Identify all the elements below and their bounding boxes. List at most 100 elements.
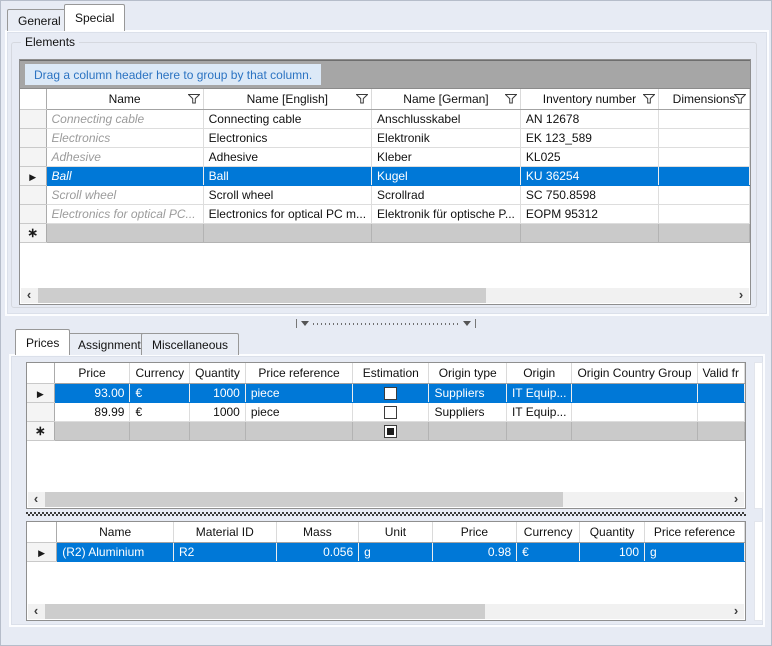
filter-icon[interactable] xyxy=(356,94,368,104)
cell-dimensions[interactable] xyxy=(659,109,750,128)
cell-name-english[interactable]: Connecting cable xyxy=(203,109,371,128)
cell-quantity[interactable]: 1000 xyxy=(190,402,246,421)
cell-inventory-number[interactable]: KU 36254 xyxy=(520,166,658,185)
cell-material-id[interactable]: R2 xyxy=(173,542,276,561)
cell-mass[interactable]: 0.056 xyxy=(276,542,359,561)
scroll-left-icon[interactable]: ‹ xyxy=(28,604,44,619)
scroll-left-icon[interactable]: ‹ xyxy=(21,288,37,303)
cell-name[interactable]: Scroll wheel xyxy=(46,185,203,204)
cell-inventory-number[interactable]: EK 123_589 xyxy=(520,128,658,147)
column-header-valid-from[interactable]: Valid fr xyxy=(697,363,745,383)
filter-icon[interactable] xyxy=(505,94,517,104)
cell-estimation[interactable] xyxy=(353,421,429,440)
cell-name-german[interactable]: Anschlusskabel xyxy=(372,109,521,128)
cell-quantity[interactable]: 100 xyxy=(580,542,645,561)
cell-dimensions[interactable] xyxy=(659,166,750,185)
cell-name[interactable]: Electronics xyxy=(46,128,203,147)
cell-currency[interactable]: € xyxy=(517,542,580,561)
scrollbar-thumb[interactable] xyxy=(45,604,485,619)
scroll-right-icon[interactable]: › xyxy=(728,492,744,507)
table-row[interactable]: Electronics Electronics Elektronik EK 12… xyxy=(20,128,750,147)
cell-inventory-number[interactable]: AN 12678 xyxy=(520,109,658,128)
collapse-down-icon[interactable] xyxy=(463,321,471,326)
cell-empty[interactable] xyxy=(190,421,246,440)
column-header-price-reference[interactable]: Price reference xyxy=(645,522,745,542)
cell-name[interactable]: Adhesive xyxy=(46,147,203,166)
table-row[interactable]: Connecting cable Connecting cable Anschl… xyxy=(20,109,750,128)
cell-currency[interactable]: € xyxy=(130,402,190,421)
column-header-origin-country-group[interactable]: Origin Country Group xyxy=(572,363,697,383)
cell-name[interactable]: Connecting cable xyxy=(46,109,203,128)
cell-empty[interactable] xyxy=(506,421,571,440)
cell-currency[interactable]: € xyxy=(130,383,190,402)
table-row-selected[interactable]: ▶ (R2) Aluminium R2 0.056 g 0.98 € 100 g xyxy=(27,542,745,561)
column-header-price-reference[interactable]: Price reference xyxy=(245,363,352,383)
cell-name-english[interactable]: Electronics xyxy=(203,128,371,147)
cell-valid-from[interactable] xyxy=(697,383,745,402)
column-header-origin[interactable]: Origin xyxy=(506,363,571,383)
column-header-material-id[interactable]: Material ID xyxy=(173,522,276,542)
cell-dimensions[interactable] xyxy=(659,147,750,166)
cell-name-english[interactable]: Scroll wheel xyxy=(203,185,371,204)
table-row[interactable]: Adhesive Adhesive Kleber KL025 xyxy=(20,147,750,166)
table-row[interactable]: Electronics for optical PC... Electronic… xyxy=(20,204,750,223)
scrollbar-thumb[interactable] xyxy=(38,288,486,303)
tab-miscellaneous[interactable]: Miscellaneous xyxy=(141,333,239,355)
table-row-selected[interactable]: ▶ Ball Ball Kugel KU 36254 xyxy=(20,166,750,185)
row-indicator[interactable] xyxy=(20,185,46,204)
horizontal-scrollbar[interactable]: ‹ › xyxy=(28,604,744,619)
cell-name-english[interactable]: Electronics for optical PC m... xyxy=(203,204,371,223)
scroll-left-icon[interactable]: ‹ xyxy=(28,492,44,507)
row-indicator[interactable]: ▶ xyxy=(20,166,46,185)
scrollbar-thumb[interactable] xyxy=(45,492,563,507)
row-indicator[interactable]: ▶ xyxy=(27,383,54,402)
cell-name-german[interactable]: Elektronik xyxy=(372,128,521,147)
column-header-name[interactable]: Name xyxy=(57,522,174,542)
cell-name-english[interactable]: Ball xyxy=(203,166,371,185)
cell-origin[interactable]: IT Equip... xyxy=(506,402,571,421)
new-row-indicator[interactable]: ∗ xyxy=(20,223,46,242)
cell-empty[interactable] xyxy=(520,223,658,242)
group-by-hint[interactable]: Drag a column header here to group by th… xyxy=(25,64,321,85)
filter-icon[interactable] xyxy=(643,94,655,104)
cell-origin-type[interactable]: Suppliers xyxy=(429,402,506,421)
cell-price[interactable]: 89.99 xyxy=(54,402,130,421)
cell-empty[interactable] xyxy=(54,421,130,440)
scroll-right-icon[interactable]: › xyxy=(733,288,749,303)
cell-name-german[interactable]: Kleber xyxy=(372,147,521,166)
filter-icon[interactable] xyxy=(188,94,200,104)
column-header-mass[interactable]: Mass xyxy=(276,522,359,542)
column-header-price[interactable]: Price xyxy=(54,363,130,383)
column-header-currency[interactable]: Currency xyxy=(130,363,190,383)
new-row[interactable]: ∗ xyxy=(27,421,745,440)
cell-name[interactable]: Electronics for optical PC... xyxy=(46,204,203,223)
row-indicator[interactable] xyxy=(20,109,46,128)
cell-dimensions[interactable] xyxy=(659,204,750,223)
cell-quantity[interactable]: 1000 xyxy=(190,383,246,402)
column-header-origin-type[interactable]: Origin type xyxy=(429,363,506,383)
cell-inventory-number[interactable]: SC 750.8598 xyxy=(520,185,658,204)
cell-name[interactable]: (R2) Aluminium xyxy=(57,542,174,561)
cell-empty[interactable] xyxy=(203,223,371,242)
filter-icon[interactable] xyxy=(734,94,746,104)
cell-name-english[interactable]: Adhesive xyxy=(203,147,371,166)
cell-name-german[interactable]: Kugel xyxy=(372,166,521,185)
cell-inventory-number[interactable]: EOPM 95312 xyxy=(520,204,658,223)
cell-price[interactable]: 93.00 xyxy=(54,383,130,402)
cell-dimensions[interactable] xyxy=(659,185,750,204)
column-header-name-english[interactable]: Name [English] xyxy=(203,89,371,109)
cell-empty[interactable] xyxy=(130,421,190,440)
cell-price-reference[interactable]: g xyxy=(645,542,745,561)
cell-empty[interactable] xyxy=(245,421,352,440)
collapse-down-icon[interactable] xyxy=(301,321,309,326)
cell-origin[interactable]: IT Equip... xyxy=(506,383,571,402)
cell-empty[interactable] xyxy=(429,421,506,440)
column-header-unit[interactable]: Unit xyxy=(359,522,433,542)
cell-dimensions[interactable] xyxy=(659,128,750,147)
cell-origin-country-group[interactable] xyxy=(572,402,697,421)
cell-price-reference[interactable]: piece xyxy=(245,402,352,421)
cell-name-german[interactable]: Elektronik für optische P... xyxy=(372,204,521,223)
estimation-checkbox[interactable] xyxy=(384,387,397,400)
cell-name-german[interactable]: Scrollrad xyxy=(372,185,521,204)
splitter-grip[interactable] xyxy=(313,323,459,325)
